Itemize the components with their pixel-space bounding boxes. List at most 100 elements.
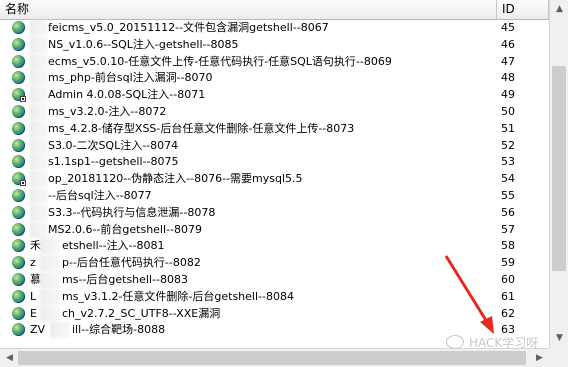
list-item[interactable]: ms--后台getshell--8083 慕 60 bbox=[0, 271, 549, 289]
list-item[interactable]: ms_v3.1.2-任意文件删除-后台getshell--8084 L 61 bbox=[0, 288, 549, 306]
list-item[interactable]: MS2.0.6--前台getshell--8079 57 bbox=[0, 221, 549, 239]
item-name: p--后台任意代码执行--8082 bbox=[62, 256, 201, 270]
item-name: Admin 4.0.08-SQL注入--8071 bbox=[48, 88, 206, 102]
redaction-blur bbox=[30, 204, 48, 221]
list-item[interactable]: Admin 4.0.08-SQL注入--8071 49 bbox=[0, 87, 549, 104]
item-id: 58 bbox=[501, 239, 515, 253]
item-id: 50 bbox=[501, 104, 515, 118]
scroll-up-button[interactable]: ▲ bbox=[551, 1, 568, 18]
vertical-scroll-thumb[interactable] bbox=[552, 66, 566, 271]
column-header-id[interactable]: ID bbox=[497, 0, 549, 19]
item-name-prefix: E bbox=[30, 306, 37, 320]
item-name: op_20181120--伪静态注入--8076--需要mysql5.5 bbox=[48, 172, 303, 186]
item-id: 46 bbox=[501, 37, 515, 51]
vertical-scrollbar[interactable]: ▲ ▼ bbox=[549, 0, 568, 348]
item-name: ms_v3.2.0-注入--8072 bbox=[48, 104, 167, 118]
list-item[interactable]: etshell--注入--8081 禾 58 bbox=[0, 238, 549, 255]
list-item[interactable]: NS_v1.0.6--SQL注入-getshell--8085 46 bbox=[0, 36, 549, 54]
horizontal-scroll-thumb[interactable] bbox=[18, 351, 526, 365]
redaction-blur bbox=[30, 171, 48, 188]
redaction-blur bbox=[50, 322, 70, 339]
item-id: 61 bbox=[501, 289, 515, 303]
list-item[interactable]: p--后台任意代码执行--8082 z 59 bbox=[0, 255, 549, 272]
item-id: 62 bbox=[501, 306, 515, 320]
list-item[interactable]: ecms_v5.0.10-任意文件上传-任意代码执行-任意SQL语句执行--80… bbox=[0, 53, 549, 71]
item-id: 53 bbox=[501, 155, 515, 169]
item-name: feicms_v5.0_20151112--文件包含漏洞getshell--80… bbox=[48, 21, 329, 34]
list-item[interactable]: feicms_v5.0_20151112--文件包含漏洞getshell--80… bbox=[0, 20, 549, 37]
item-name-prefix: ZV bbox=[30, 323, 46, 337]
redaction-blur bbox=[40, 238, 60, 255]
globe-icon bbox=[12, 222, 25, 236]
redaction-blur bbox=[30, 221, 48, 238]
item-name-prefix: z bbox=[30, 256, 36, 270]
column-header-name[interactable]: 名称 bbox=[0, 0, 497, 19]
item-name: ms--后台getshell--8083 bbox=[62, 272, 188, 286]
redaction-blur bbox=[30, 70, 48, 87]
list-view[interactable]: 名称 ID feicms_v5.0_20151112--文件包含漏洞getshe… bbox=[0, 0, 568, 367]
globe-icon bbox=[12, 188, 25, 202]
list-item[interactable]: s1.1sp1--getshell--8075 53 bbox=[0, 154, 549, 171]
list-rows: feicms_v5.0_20151112--文件包含漏洞getshell--80… bbox=[0, 20, 549, 339]
list-item[interactable]: ch_v2.7.2_SC_UTF8--XXE漏洞 E 62 bbox=[0, 305, 549, 323]
list-item[interactable]: ms_v3.2.0-注入--8072 50 bbox=[0, 103, 549, 121]
overlay-badge-icon bbox=[20, 96, 26, 103]
list-header: 名称 ID bbox=[0, 0, 568, 20]
globe-icon bbox=[12, 306, 25, 320]
item-name: NS_v1.0.6--SQL注入-getshell--8085 bbox=[48, 37, 239, 51]
item-name: ms_v3.1.2-任意文件删除-后台getshell--8084 bbox=[62, 289, 294, 303]
item-id: 59 bbox=[501, 256, 515, 270]
item-name: ms_php-前台sql注入漏洞--8070 bbox=[48, 71, 213, 85]
globe-icon bbox=[12, 155, 25, 169]
list-item[interactable]: op_20181120--伪静态注入--8076--需要mysql5.5 54 bbox=[0, 171, 549, 188]
globe-icon bbox=[12, 205, 25, 219]
redaction-blur bbox=[30, 20, 48, 36]
list-item[interactable]: --后台sql注入--8077 55 bbox=[0, 187, 549, 205]
redaction-blur bbox=[30, 187, 48, 204]
redaction-blur bbox=[30, 36, 48, 53]
redaction-blur bbox=[30, 120, 48, 137]
globe-icon bbox=[12, 37, 25, 51]
list-item[interactable]: ms_4.2.8-储存型XSS-后台任意文件删除-任意文件上传--8073 51 bbox=[0, 120, 549, 138]
redaction-blur bbox=[40, 271, 60, 288]
redaction-blur bbox=[30, 154, 48, 171]
item-id: 60 bbox=[501, 272, 515, 286]
item-id: 49 bbox=[501, 88, 515, 102]
overlay-badge-icon bbox=[20, 180, 26, 187]
item-name: S3.3--代码执行与信息泄漏--8078 bbox=[48, 205, 216, 219]
globe-icon bbox=[12, 121, 25, 135]
list-item[interactable]: ms_php-前台sql注入漏洞--8070 48 bbox=[0, 70, 549, 87]
globe-icon bbox=[12, 21, 25, 34]
redaction-blur bbox=[30, 103, 48, 120]
globe-icon bbox=[12, 104, 25, 118]
item-name: ms_4.2.8-储存型XSS-后台任意文件删除-任意文件上传--8073 bbox=[48, 121, 355, 135]
scroll-left-button[interactable]: ◀ bbox=[1, 350, 18, 367]
item-id: 56 bbox=[501, 205, 515, 219]
item-name-prefix: L bbox=[30, 289, 37, 303]
item-id: 52 bbox=[501, 138, 515, 152]
watermark-text: HACK学习呀 bbox=[469, 335, 539, 350]
globe-icon bbox=[12, 54, 25, 68]
list-item[interactable]: S3.0-二次SQL注入--8074 52 bbox=[0, 137, 549, 155]
item-id: 47 bbox=[501, 54, 515, 68]
globe-icon bbox=[12, 289, 25, 303]
item-id: 51 bbox=[501, 121, 515, 135]
globe-icon bbox=[12, 138, 25, 152]
item-id: 57 bbox=[501, 222, 515, 236]
redaction-blur bbox=[30, 87, 48, 104]
item-id: 45 bbox=[501, 21, 515, 34]
globe-icon bbox=[12, 256, 25, 270]
redaction-blur bbox=[40, 305, 60, 322]
item-id: 55 bbox=[501, 188, 515, 202]
redaction-blur bbox=[30, 137, 48, 154]
scroll-down-button[interactable]: ▼ bbox=[551, 330, 568, 347]
globe-icon bbox=[12, 323, 25, 337]
redaction-blur bbox=[30, 53, 48, 70]
item-id: 48 bbox=[501, 71, 515, 85]
item-name: s1.1sp1--getshell--8075 bbox=[48, 155, 179, 169]
watermark: HACK学习呀 bbox=[446, 331, 538, 353]
item-name: S3.0-二次SQL注入--8074 bbox=[48, 138, 179, 152]
item-name: --后台sql注入--8077 bbox=[48, 188, 152, 202]
list-item[interactable]: S3.3--代码执行与信息泄漏--8078 56 bbox=[0, 204, 549, 222]
item-name: MS2.0.6--前台getshell--8079 bbox=[48, 222, 202, 236]
